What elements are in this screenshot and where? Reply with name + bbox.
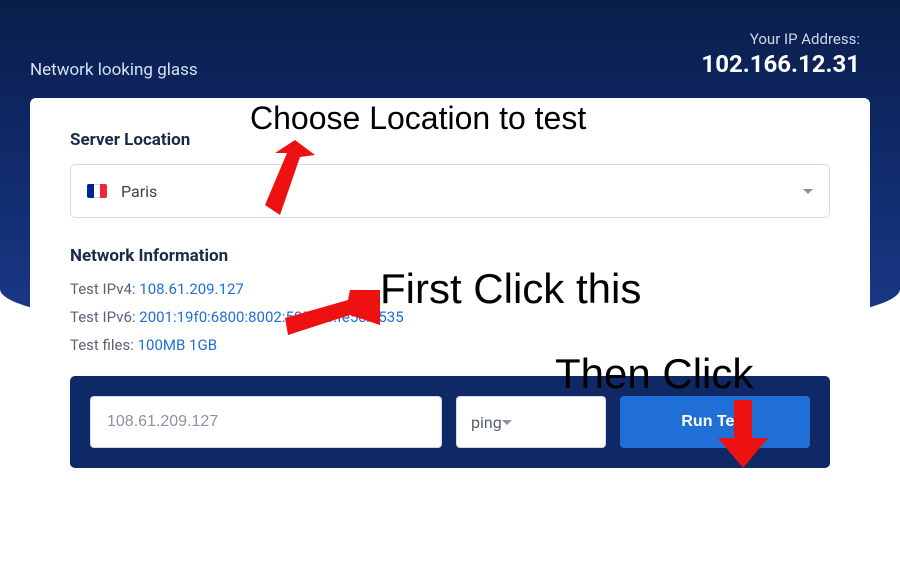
- france-flag-icon: [87, 184, 107, 198]
- test-type-select[interactable]: ping: [456, 396, 606, 448]
- test-form: ping Run Test: [70, 376, 830, 468]
- server-location-select[interactable]: Paris: [70, 164, 830, 218]
- test-ipv6-line: Test IPv6: 2001:19f0:6800:8002:5054:ff:f…: [70, 308, 830, 326]
- test-ipv6-link[interactable]: 2001:19f0:6800:8002:5054:ff:fe5e:d535: [139, 308, 403, 326]
- test-file-1gb-link[interactable]: 1GB: [189, 336, 217, 354]
- chevron-down-icon: [803, 189, 813, 194]
- test-file-100mb-link[interactable]: 100MB: [138, 336, 186, 354]
- test-files-line: Test files: 100MB 1GB: [70, 336, 830, 354]
- run-test-button[interactable]: Run Test: [620, 396, 810, 448]
- your-ip-value: 102.166.12.31: [701, 50, 860, 78]
- test-ipv4-label: Test IPv4:: [70, 280, 136, 298]
- app-title: Network looking glass: [30, 60, 198, 80]
- host-input[interactable]: [90, 396, 442, 448]
- test-type-value: ping: [471, 413, 502, 432]
- chevron-down-icon: [502, 420, 512, 425]
- test-ipv4-link[interactable]: 108.61.209.127: [139, 280, 244, 298]
- server-location-heading: Server Location: [70, 130, 830, 150]
- test-ipv4-line: Test IPv4: 108.61.209.127: [70, 280, 830, 298]
- main-card: Server Location Paris Network Informatio…: [30, 98, 870, 498]
- your-ip-box: Your IP Address: 102.166.12.31: [701, 30, 860, 78]
- network-information-heading: Network Information: [70, 246, 830, 266]
- test-files-label: Test files:: [70, 336, 134, 354]
- test-ipv6-label: Test IPv6:: [70, 308, 136, 326]
- server-location-value: Paris: [121, 182, 157, 201]
- your-ip-label: Your IP Address:: [701, 30, 860, 48]
